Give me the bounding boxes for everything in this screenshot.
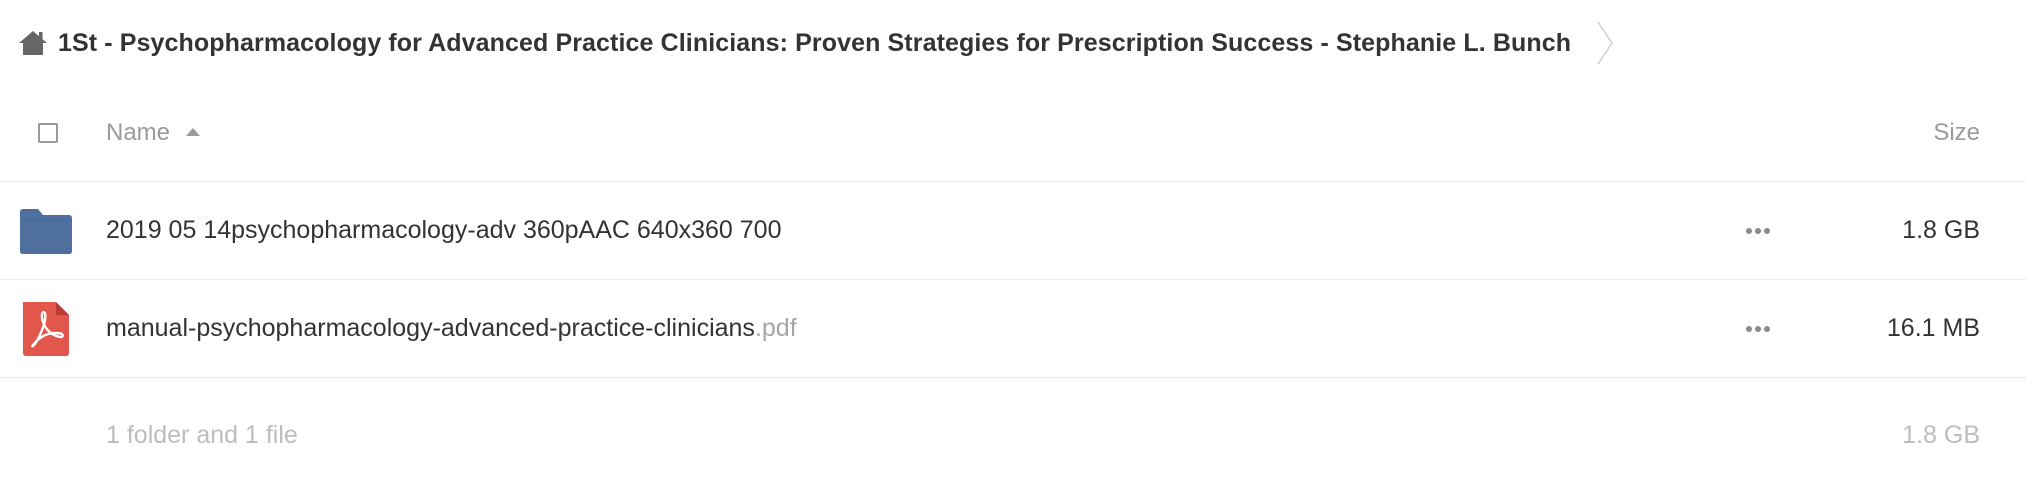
more-dot — [1755, 227, 1761, 234]
select-all-box[interactable] — [38, 122, 58, 143]
table-row[interactable]: 2019 05 14psychopharmacology-adv 360pAAC… — [0, 182, 2026, 280]
column-header-size[interactable]: Size — [1933, 84, 1980, 181]
select-all-checkbox[interactable] — [38, 84, 58, 181]
file-table: Name Size 2019 05 14psychopharmacology-a… — [0, 84, 2026, 493]
table-summary: 1 folder and 1 file 1.8 GB — [0, 378, 2026, 493]
column-header-size-label: Size — [1933, 118, 1980, 146]
file-size: 16.1 MB — [1886, 314, 1980, 342]
summary-size: 1.8 GB — [1902, 421, 1980, 449]
more-dot — [1746, 325, 1752, 332]
column-header-name[interactable]: Name — [106, 84, 201, 181]
sort-ascending-icon — [186, 127, 201, 136]
pdf-icon — [18, 280, 74, 377]
folder-icon — [18, 182, 74, 279]
file-name-label: 2019 05 14psychopharmacology-adv 360pAAC… — [106, 216, 782, 244]
breadcrumb: 1St - Psychopharmacology for Advanced Pr… — [18, 18, 1621, 68]
home-icon[interactable] — [18, 28, 48, 58]
file-name[interactable]: 2019 05 14psychopharmacology-adv 360pAAC… — [106, 182, 782, 279]
more-actions-button[interactable] — [1738, 280, 1778, 377]
breadcrumb-current[interactable]: 1St - Psychopharmacology for Advanced Pr… — [58, 29, 1571, 58]
table-row[interactable]: manual-psychopharmacology-advanced-pract… — [0, 280, 2026, 378]
chevron-right-icon — [1595, 18, 1621, 68]
more-dot — [1755, 325, 1761, 332]
more-actions-button[interactable] — [1738, 182, 1778, 279]
file-size: 1.8 GB — [1902, 216, 1980, 244]
table-header: Name Size — [0, 84, 2026, 182]
file-extension: .pdf — [754, 314, 797, 342]
more-dot — [1746, 227, 1752, 234]
more-dot — [1764, 227, 1770, 234]
file-name[interactable]: manual-psychopharmacology-advanced-pract… — [106, 280, 797, 377]
file-name-label: manual-psychopharmacology-advanced-pract… — [106, 314, 755, 342]
more-dot — [1764, 325, 1770, 332]
column-header-name-label: Name — [106, 118, 171, 146]
summary-count: 1 folder and 1 file — [106, 421, 298, 449]
